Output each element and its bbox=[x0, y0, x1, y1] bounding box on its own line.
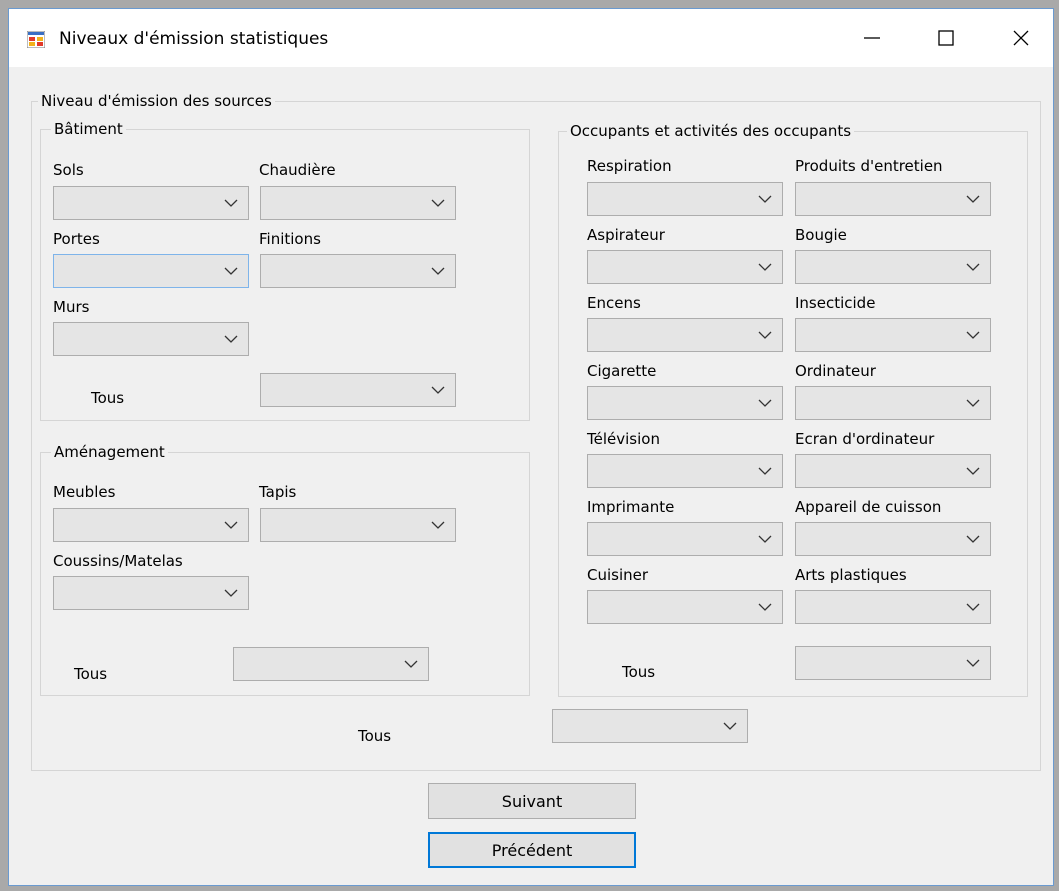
chevron-down-icon bbox=[758, 195, 772, 203]
aspirateur-combo[interactable] bbox=[587, 250, 783, 284]
chevron-down-icon bbox=[224, 521, 238, 529]
title-bar: Niveaux d'émission statistiques bbox=[9, 9, 1053, 67]
insecticide-label: Insecticide bbox=[795, 294, 876, 312]
produits-label: Produits d'entretien bbox=[795, 157, 943, 175]
cigarette-combo[interactable] bbox=[587, 386, 783, 420]
coussins-combo[interactable] bbox=[53, 576, 249, 610]
global-tous-label: Tous bbox=[358, 727, 392, 745]
global-tous-combo[interactable] bbox=[552, 709, 748, 743]
encens-label: Encens bbox=[587, 294, 641, 312]
amenagement-group-label: Aménagement bbox=[51, 442, 168, 462]
chaudiere-label: Chaudière bbox=[259, 161, 336, 179]
minimize-button[interactable] bbox=[849, 9, 895, 67]
respiration-combo[interactable] bbox=[587, 182, 783, 216]
chevron-down-icon bbox=[966, 263, 980, 271]
chevron-down-icon bbox=[224, 589, 238, 597]
chevron-down-icon bbox=[966, 467, 980, 475]
chevron-down-icon bbox=[758, 603, 772, 611]
chevron-down-icon bbox=[966, 399, 980, 407]
chevron-down-icon bbox=[758, 331, 772, 339]
insecticide-combo[interactable] bbox=[795, 318, 991, 352]
cuisson-combo[interactable] bbox=[795, 522, 991, 556]
arts-combo[interactable] bbox=[795, 590, 991, 624]
ecran-label: Ecran d'ordinateur bbox=[795, 430, 935, 448]
chevron-down-icon bbox=[404, 660, 418, 668]
ordinateur-combo[interactable] bbox=[795, 386, 991, 420]
cuisiner-combo[interactable] bbox=[587, 590, 783, 624]
close-icon bbox=[1013, 30, 1029, 46]
emission-sources-group-label: Niveau d'émission des sources bbox=[38, 91, 275, 111]
meubles-combo[interactable] bbox=[53, 508, 249, 542]
aspirateur-label: Aspirateur bbox=[587, 226, 665, 244]
close-button[interactable] bbox=[998, 9, 1044, 67]
chevron-down-icon bbox=[966, 603, 980, 611]
produits-combo[interactable] bbox=[795, 182, 991, 216]
chevron-down-icon bbox=[224, 267, 238, 275]
chevron-down-icon bbox=[966, 535, 980, 543]
chevron-down-icon bbox=[758, 399, 772, 407]
amenagement-tous-label: Tous bbox=[74, 665, 108, 683]
murs-combo[interactable] bbox=[53, 322, 249, 356]
amenagement-tous-combo[interactable] bbox=[233, 647, 429, 681]
minimize-icon bbox=[864, 37, 880, 39]
chevron-down-icon bbox=[224, 199, 238, 207]
television-combo[interactable] bbox=[587, 454, 783, 488]
dialog-window: Niveaux d'émission statistiques Niveau d… bbox=[8, 8, 1054, 886]
finitions-label: Finitions bbox=[259, 230, 321, 248]
batiment-tous-label: Tous bbox=[91, 389, 125, 407]
chevron-down-icon bbox=[431, 267, 445, 275]
chevron-down-icon bbox=[966, 195, 980, 203]
window-title: Niveaux d'émission statistiques bbox=[59, 29, 329, 49]
meubles-label: Meubles bbox=[53, 483, 116, 501]
chaudiere-combo[interactable] bbox=[260, 186, 456, 220]
portes-label: Portes bbox=[53, 230, 100, 248]
batiment-group-label: Bâtiment bbox=[51, 119, 126, 139]
arts-label: Arts plastiques bbox=[795, 566, 907, 584]
tapis-combo[interactable] bbox=[260, 508, 456, 542]
chevron-down-icon bbox=[431, 521, 445, 529]
television-label: Télévision bbox=[587, 430, 660, 448]
maximize-icon bbox=[938, 30, 954, 46]
bougie-label: Bougie bbox=[795, 226, 847, 244]
sols-label: Sols bbox=[53, 161, 84, 179]
chevron-down-icon bbox=[758, 535, 772, 543]
occupants-tous-label: Tous bbox=[622, 663, 656, 681]
cuisson-label: Appareil de cuisson bbox=[795, 498, 942, 516]
tapis-label: Tapis bbox=[259, 483, 297, 501]
ordinateur-label: Ordinateur bbox=[795, 362, 876, 380]
coussins-label: Coussins/Matelas bbox=[53, 552, 183, 570]
occupants-group-label: Occupants et activités des occupants bbox=[567, 121, 855, 141]
bougie-combo[interactable] bbox=[795, 250, 991, 284]
imprimante-label: Imprimante bbox=[587, 498, 675, 516]
chevron-down-icon bbox=[723, 722, 737, 730]
respiration-label: Respiration bbox=[587, 157, 672, 175]
sols-combo[interactable] bbox=[53, 186, 249, 220]
chevron-down-icon bbox=[431, 386, 445, 394]
chevron-down-icon bbox=[966, 331, 980, 339]
previous-button[interactable]: Précédent bbox=[428, 832, 636, 868]
batiment-tous-combo[interactable] bbox=[260, 373, 456, 407]
chevron-down-icon bbox=[758, 263, 772, 271]
cuisiner-label: Cuisiner bbox=[587, 566, 649, 584]
next-button[interactable]: Suivant bbox=[428, 783, 636, 819]
chevron-down-icon bbox=[966, 659, 980, 667]
portes-combo[interactable] bbox=[53, 254, 249, 288]
chevron-down-icon bbox=[224, 335, 238, 343]
finitions-combo[interactable] bbox=[260, 254, 456, 288]
cigarette-label: Cigarette bbox=[587, 362, 657, 380]
imprimante-combo[interactable] bbox=[587, 522, 783, 556]
murs-label: Murs bbox=[53, 298, 90, 316]
chevron-down-icon bbox=[758, 467, 772, 475]
occupants-tous-combo[interactable] bbox=[795, 646, 991, 680]
ecran-combo[interactable] bbox=[795, 454, 991, 488]
maximize-button[interactable] bbox=[923, 9, 969, 67]
app-window-icon bbox=[27, 31, 45, 48]
chevron-down-icon bbox=[431, 199, 445, 207]
encens-combo[interactable] bbox=[587, 318, 783, 352]
